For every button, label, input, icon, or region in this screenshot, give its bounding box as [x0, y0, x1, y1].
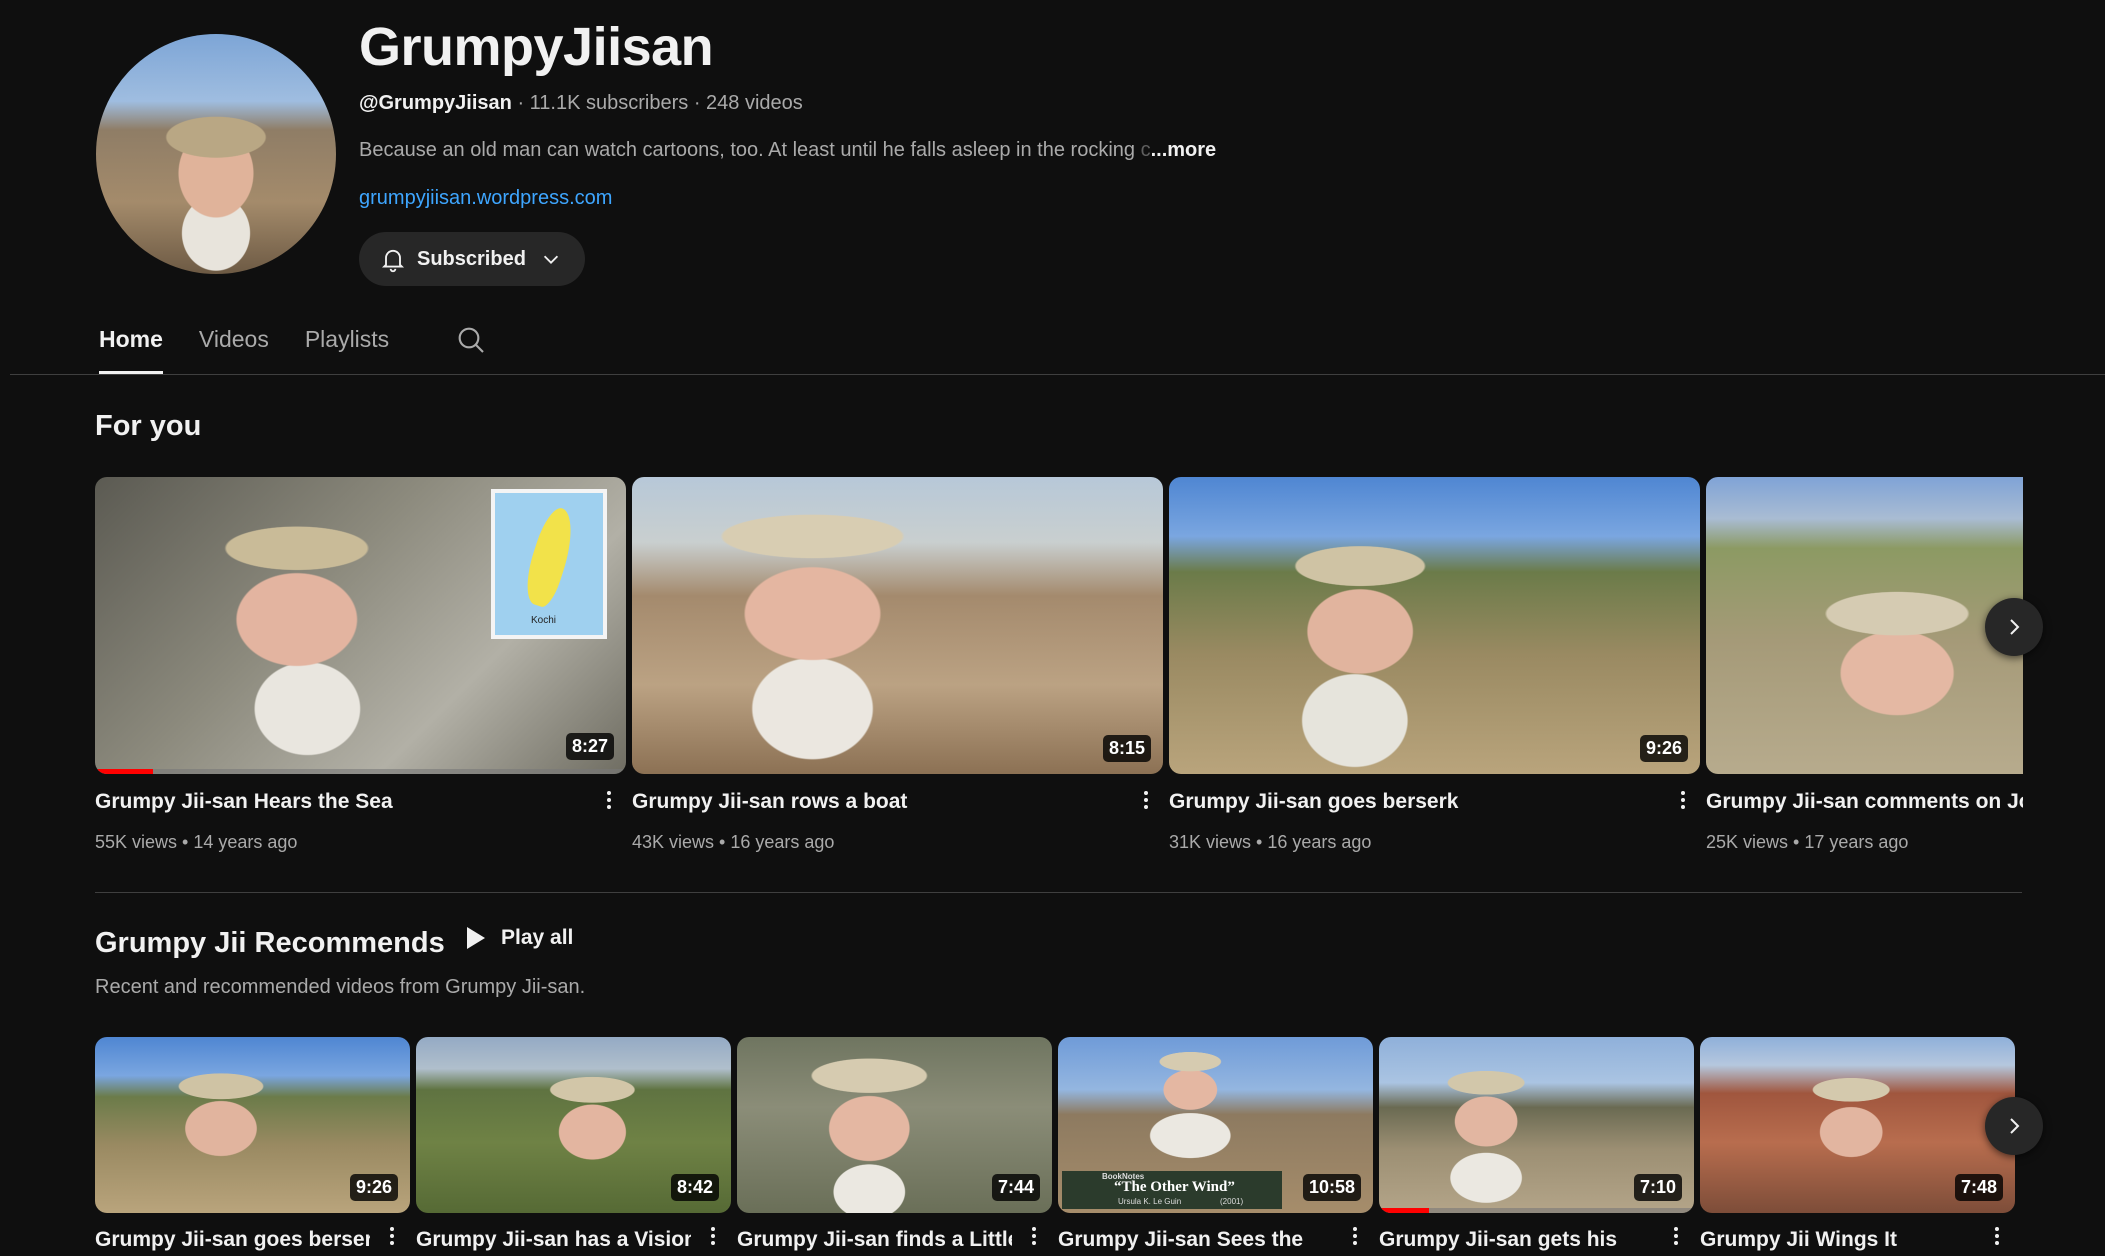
section-divider [95, 892, 2022, 893]
video-card[interactable]: Grumpy Jii-san comments on Jo 25K views … [1706, 477, 2023, 877]
shelf-next-button[interactable] [1985, 598, 2043, 656]
book-overlay-year: (2001) [1220, 1197, 1244, 1206]
search-icon[interactable] [455, 324, 487, 356]
section-description: Recent and recommended videos from Grump… [95, 976, 586, 998]
channel-name: GrumpyJiisan [359, 17, 714, 77]
more-actions-icon[interactable] [599, 788, 619, 818]
more-actions-icon[interactable] [1345, 1224, 1365, 1254]
video-stats: 43K views • 16 years ago [632, 832, 835, 852]
video-duration: 8:42 [670, 1174, 719, 1201]
map-label: Kochi [531, 615, 557, 626]
recommends-shelf: 9:26 Grumpy Jii-san goes berserk 8:42 Gr… [95, 1037, 2017, 1256]
video-title[interactable]: Grumpy Jii-san comments on Jo [1706, 790, 2023, 814]
subscribed-label: Subscribed [417, 247, 526, 270]
video-title[interactable]: Grumpy Jii-san rows a boat [632, 790, 1112, 814]
play-icon [467, 927, 485, 949]
description-text: Because an old man can watch cartoons, t… [359, 139, 1136, 161]
section-title-recommends: Grumpy Jii Recommends [95, 927, 445, 959]
video-stats: 31K views • 16 years ago [1169, 832, 1372, 852]
video-title[interactable]: Grumpy Jii-san Hears the Sea [95, 790, 575, 814]
video-thumbnail[interactable]: 8:42 [416, 1037, 731, 1213]
tabs-divider [10, 374, 2105, 375]
video-card[interactable]: Kochi 8:27 Grumpy Jii-san Hears the Sea … [95, 477, 626, 877]
progress-track [95, 769, 626, 774]
video-duration: 7:48 [1954, 1174, 2003, 1201]
video-duration: 9:26 [1639, 735, 1688, 762]
video-duration: 7:44 [991, 1174, 1040, 1201]
video-card[interactable]: 7:44 Grumpy Jii-san finds a Little [737, 1037, 1052, 1256]
more-actions-icon[interactable] [382, 1224, 402, 1254]
watch-progress [95, 769, 154, 774]
more-actions-icon[interactable] [1666, 1224, 1686, 1254]
tab-home[interactable]: Home [99, 326, 163, 374]
video-thumbnail[interactable]: 7:10 [1379, 1037, 1694, 1213]
channel-handle: @GrumpyJiisan [359, 92, 512, 114]
book-overlay-author: Ursula K. Le Guin [1118, 1197, 1182, 1206]
description-fade: c [1135, 139, 1151, 161]
video-thumbnail[interactable] [1706, 477, 2023, 774]
video-title[interactable]: Grumpy Jii Wings It [1700, 1228, 1975, 1252]
video-duration: 10:58 [1302, 1174, 1361, 1201]
channel-stats: · 11.1K subscribers · 248 videos [511, 92, 803, 114]
more-actions-icon[interactable] [1673, 788, 1693, 818]
video-duration: 8:15 [1102, 735, 1151, 762]
video-thumbnail[interactable]: Kochi 8:27 [95, 477, 626, 774]
video-card[interactable]: 7:10 Grumpy Jii-san gets his [1379, 1037, 1694, 1256]
video-thumbnail[interactable]: 9:26 [1169, 477, 1700, 774]
video-card[interactable]: 9:26 Grumpy Jii-san goes berserk [95, 1037, 410, 1256]
more-actions-icon[interactable] [1024, 1224, 1044, 1254]
watch-progress [1379, 1208, 1430, 1213]
video-thumbnail[interactable]: 7:48 [1700, 1037, 2015, 1213]
tab-videos[interactable]: Videos [199, 326, 269, 374]
chevron-right-icon [2010, 1118, 2020, 1134]
video-title[interactable]: Grumpy Jii-san goes berserk [95, 1228, 370, 1252]
video-card[interactable]: 8:42 Grumpy Jii-san has a Vision [416, 1037, 731, 1256]
play-all-label: Play all [501, 926, 574, 949]
book-overlay: BookNotes “The Other Wind” Ursula K. Le … [1062, 1171, 1282, 1209]
video-duration: 9:26 [349, 1174, 398, 1201]
section-title-for-you: For you [95, 410, 202, 442]
video-stats: 55K views • 14 years ago [95, 832, 298, 852]
video-thumbnail[interactable]: 8:15 [632, 477, 1163, 774]
bell-icon [381, 249, 405, 273]
channel-avatar[interactable] [96, 34, 336, 274]
map-inset: Kochi [491, 489, 607, 639]
book-overlay-title: “The Other Wind” [1114, 1179, 1235, 1195]
video-title[interactable]: Grumpy Jii-san gets his [1379, 1228, 1654, 1252]
play-all-button[interactable]: Play all [465, 926, 573, 950]
subscribed-button[interactable]: Subscribed [359, 232, 585, 286]
map-island [518, 504, 582, 610]
channel-link[interactable]: grumpyjiisan.wordpress.com [359, 187, 612, 210]
video-title[interactable]: Grumpy Jii-san has a Vision [416, 1228, 691, 1252]
video-title[interactable]: Grumpy Jii-san goes berserk [1169, 790, 1649, 814]
more-link[interactable]: ...more [1151, 139, 1217, 161]
channel-tabs: Home Videos Playlists [99, 326, 425, 374]
video-stats: 25K views • 17 years ago [1706, 832, 1909, 852]
more-actions-icon[interactable] [703, 1224, 723, 1254]
chevron-down-icon [543, 255, 558, 264]
video-title[interactable]: Grumpy Jii-san finds a Little [737, 1228, 1012, 1252]
for-you-shelf: Kochi 8:27 Grumpy Jii-san Hears the Sea … [95, 477, 2023, 877]
video-card[interactable]: 8:15 Grumpy Jii-san rows a boat 43K view… [632, 477, 1163, 877]
video-card[interactable]: BookNotes “The Other Wind” Ursula K. Le … [1058, 1037, 1373, 1256]
shelf-next-button[interactable] [1985, 1097, 2043, 1155]
video-duration: 8:27 [565, 733, 614, 760]
video-thumbnail[interactable]: 7:44 [737, 1037, 1052, 1213]
more-actions-icon[interactable] [1136, 788, 1156, 818]
tab-playlists[interactable]: Playlists [305, 326, 389, 374]
video-card[interactable]: 7:48 Grumpy Jii Wings It [1700, 1037, 2015, 1256]
video-thumbnail[interactable]: BookNotes “The Other Wind” Ursula K. Le … [1058, 1037, 1373, 1213]
video-duration: 7:10 [1633, 1174, 1682, 1201]
video-thumbnail[interactable]: 9:26 [95, 1037, 410, 1213]
video-card[interactable]: 9:26 Grumpy Jii-san goes berserk 31K vie… [1169, 477, 1700, 877]
more-actions-icon[interactable] [1987, 1224, 2007, 1254]
channel-description[interactable]: Because an old man can watch cartoons, t… [359, 139, 1216, 162]
video-title[interactable]: Grumpy Jii-san Sees the [1058, 1228, 1333, 1252]
channel-meta: @GrumpyJiisan · 11.1K subscribers · 248 … [359, 92, 803, 115]
chevron-right-icon [2010, 619, 2020, 635]
